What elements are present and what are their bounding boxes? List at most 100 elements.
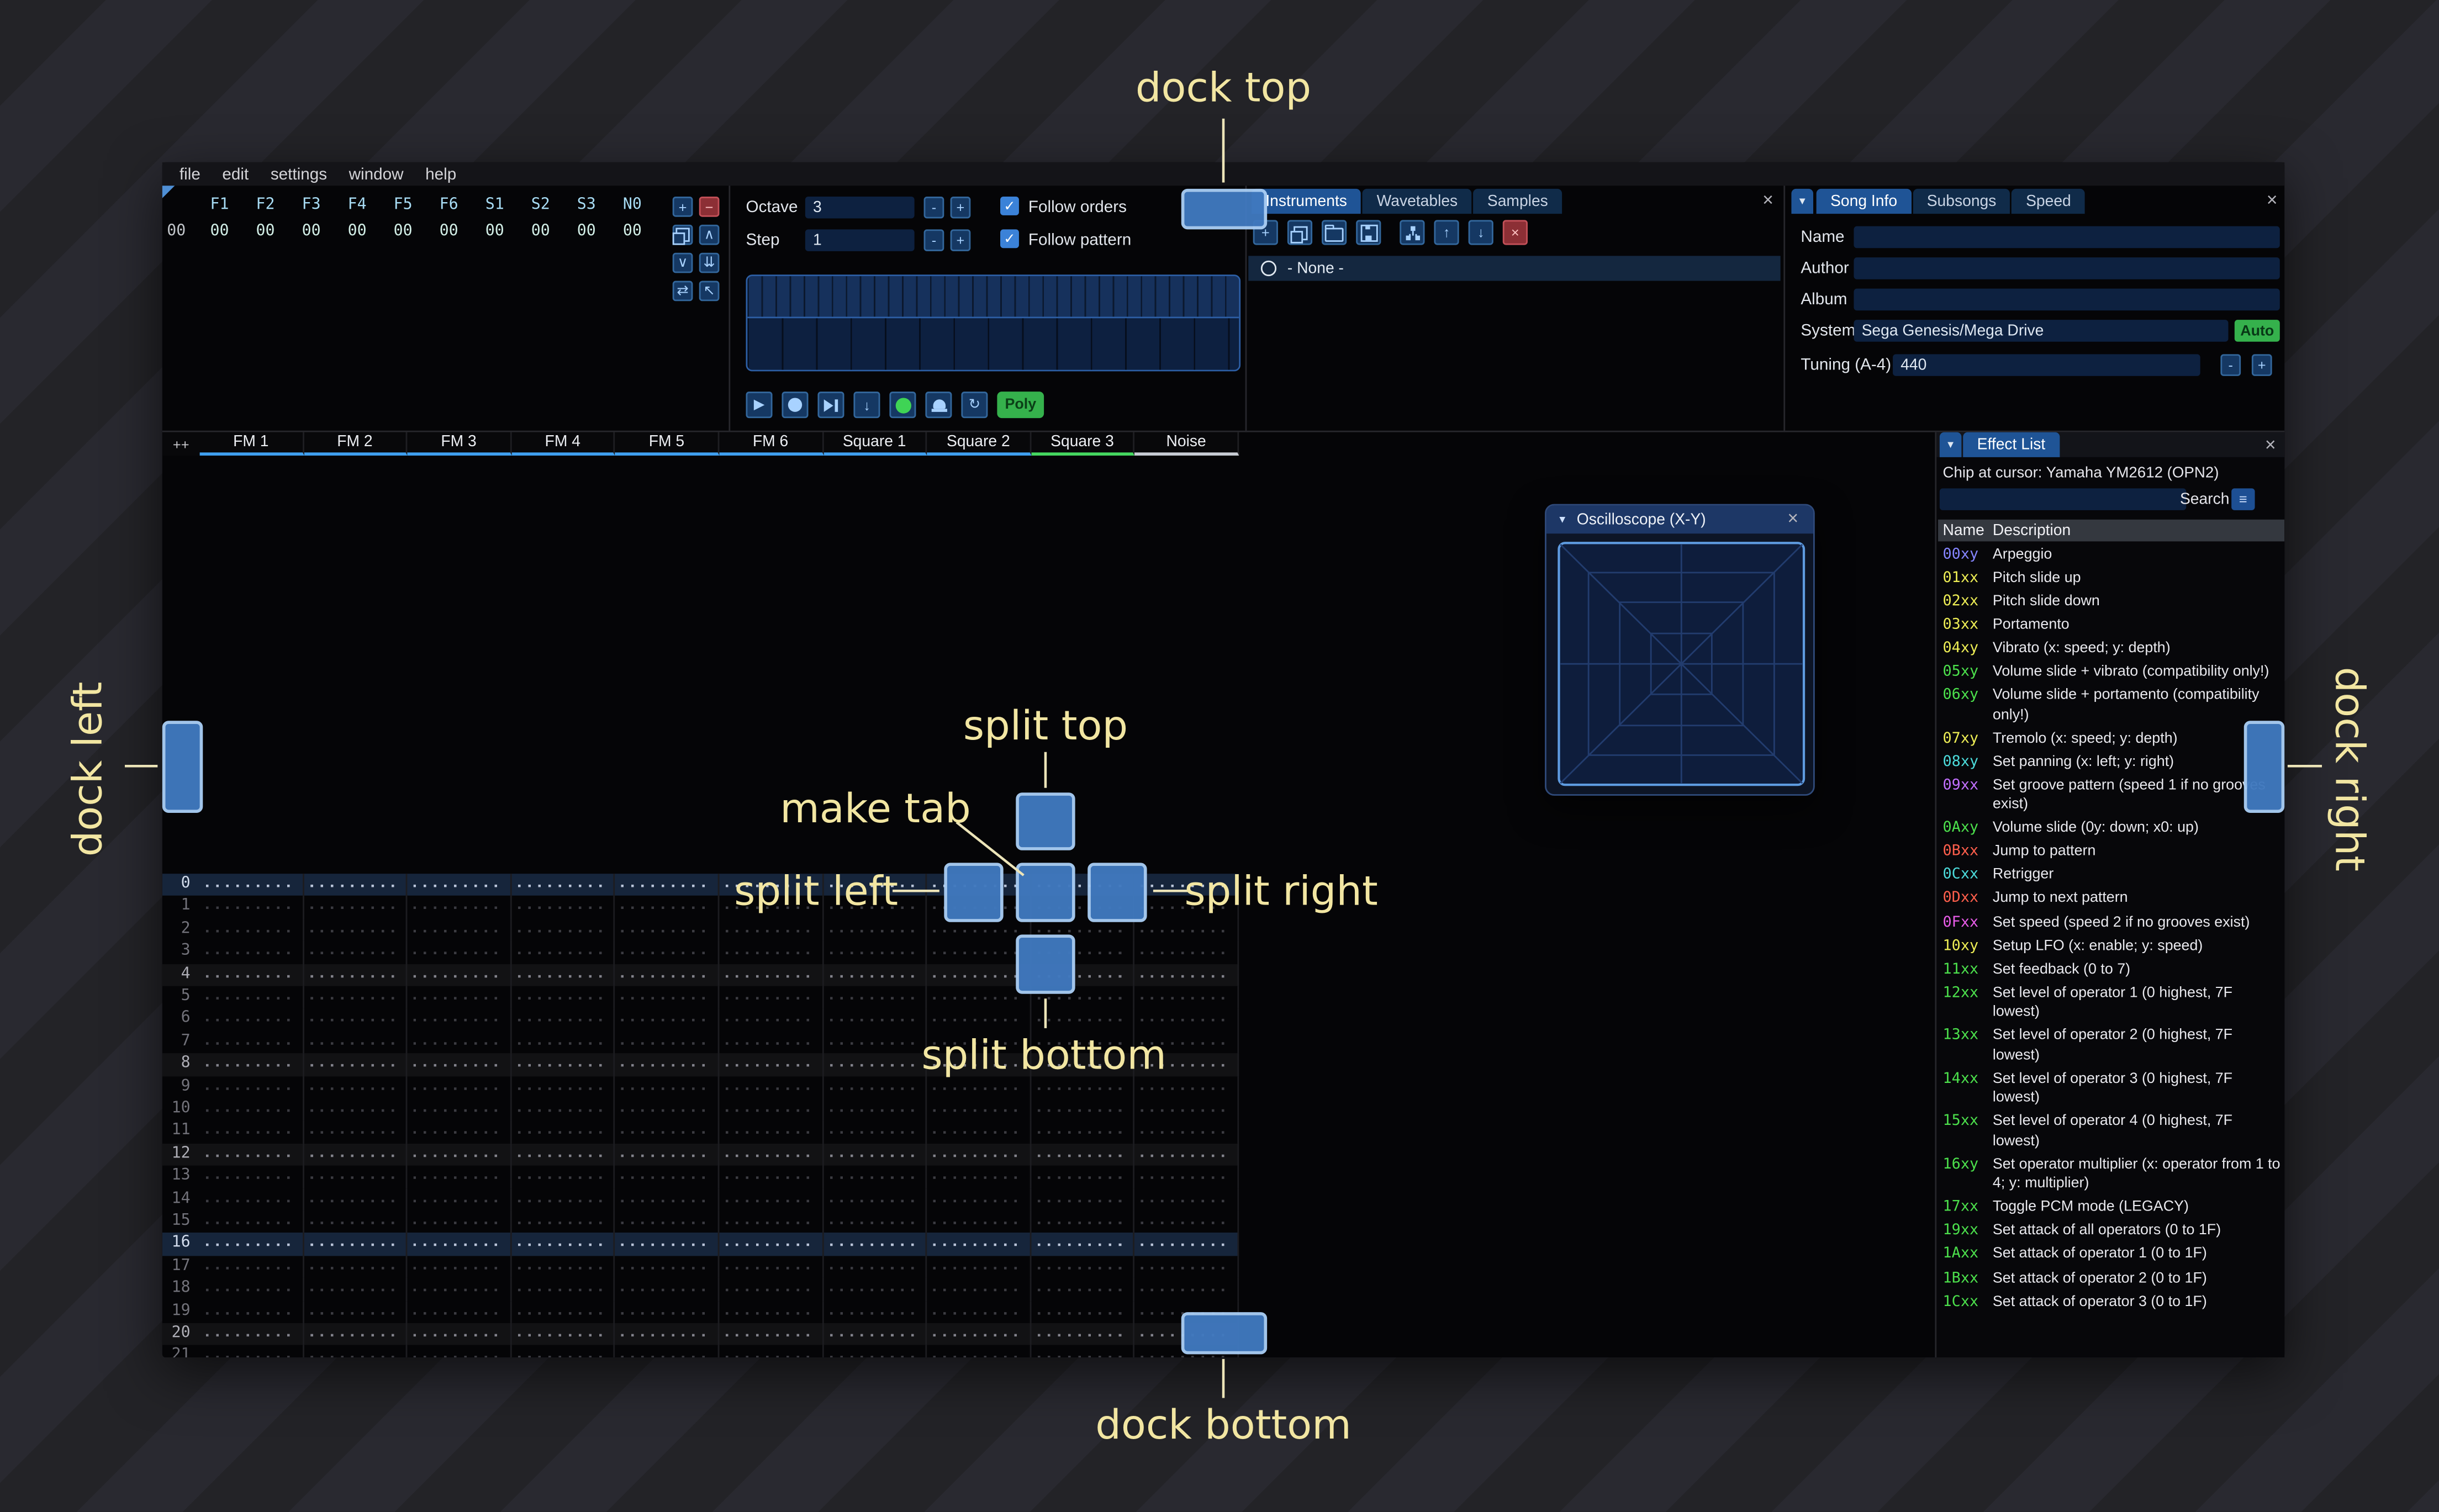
pattern-cell-square-2[interactable] — [927, 1098, 1031, 1121]
pattern-cell-noise[interactable] — [1134, 918, 1239, 942]
pattern-cell-fm-1[interactable] — [199, 1076, 304, 1098]
channel-header-fm-5[interactable]: FM 5 — [615, 432, 720, 456]
effect-list-close-button[interactable]: × — [2261, 435, 2280, 456]
pattern-cell-fm-5[interactable] — [615, 1300, 720, 1323]
poly-button[interactable]: Poly — [997, 392, 1044, 419]
pattern-row[interactable]: 5 — [162, 986, 1239, 1009]
split-top-target[interactable] — [1016, 792, 1075, 850]
pattern-cell-fm-2[interactable] — [303, 1300, 408, 1323]
channel-header-fm-6[interactable]: FM 6 — [719, 432, 823, 456]
pattern-row[interactable]: 15 — [162, 1210, 1239, 1234]
pattern-cell-square-1[interactable] — [823, 1300, 927, 1323]
pattern-cell-fm-5[interactable] — [615, 1098, 720, 1121]
pattern-cell-fm-4[interactable] — [511, 1323, 616, 1346]
play-button[interactable]: ▶ — [746, 392, 773, 419]
pattern-cell-square-1[interactable] — [823, 1255, 927, 1278]
menu-item-file[interactable]: file — [168, 165, 212, 183]
pattern-cell-fm-1[interactable] — [199, 1188, 304, 1211]
pattern-cell-fm-4[interactable] — [511, 986, 616, 1009]
pattern-cell-fm-2[interactable] — [303, 1120, 408, 1144]
pattern-cell-fm-2[interactable] — [303, 1030, 408, 1054]
pattern-cell-square-1[interactable] — [823, 941, 927, 964]
pattern-cell-fm-1[interactable] — [199, 1323, 304, 1346]
pattern-cell-fm-3[interactable] — [407, 1188, 512, 1211]
pattern-cell-fm-2[interactable] — [303, 986, 408, 1009]
follow-pattern-checkbox[interactable]: ✓ — [1000, 229, 1019, 249]
pattern-cell-fm-6[interactable] — [719, 986, 823, 1009]
pattern-cell-fm-1[interactable] — [199, 1053, 304, 1076]
pattern-cell-fm-3[interactable] — [407, 963, 512, 986]
pattern-row[interactable]: 11 — [162, 1120, 1239, 1144]
pattern-cell-fm-5[interactable] — [615, 1143, 720, 1166]
pattern-cell-fm-3[interactable] — [407, 1255, 512, 1278]
pattern-cell-fm-3[interactable] — [407, 1345, 512, 1358]
pattern-cell-fm-2[interactable] — [303, 963, 408, 986]
make-tab-target[interactable] — [1016, 863, 1075, 922]
pattern-cell-square-3[interactable] — [1031, 1278, 1135, 1301]
pattern-expand-button[interactable]: ++ — [162, 432, 200, 456]
order-move-down-button[interactable]: ∨ — [672, 252, 693, 273]
pattern-cell-fm-6[interactable] — [719, 918, 823, 942]
pattern-row[interactable]: 6 — [162, 1008, 1239, 1031]
order-value[interactable]: 00 — [288, 223, 334, 240]
channel-header-square-1[interactable]: Square 1 — [823, 432, 927, 456]
pattern-cell-square-1[interactable] — [823, 1323, 927, 1346]
pattern-cell-fm-1[interactable] — [199, 986, 304, 1009]
channel-header-fm-2[interactable]: FM 2 — [303, 432, 408, 456]
pattern-cell-square-1[interactable] — [823, 1143, 927, 1166]
pattern-cell-fm-5[interactable] — [615, 1008, 720, 1031]
order-edit-mode-button[interactable]: ↖ — [699, 281, 720, 302]
play-pattern-button[interactable] — [782, 392, 809, 419]
pattern-cell-fm-6[interactable] — [719, 941, 823, 964]
pattern-cell-fm-5[interactable] — [615, 941, 720, 964]
order-change-mode-button[interactable]: ⇄ — [672, 281, 693, 302]
pattern-cell-square-3[interactable] — [1031, 1233, 1135, 1256]
pattern-cell-fm-2[interactable] — [303, 874, 408, 896]
channel-header-square-3[interactable]: Square 3 — [1031, 432, 1135, 456]
delete-instrument-button[interactable]: × — [1502, 220, 1528, 245]
pattern-cell-fm-2[interactable] — [303, 1255, 408, 1278]
pattern-cell-fm-6[interactable] — [719, 1076, 823, 1098]
instrument-list-item[interactable]: - None - — [1248, 256, 1781, 281]
pattern-cell-fm-6[interactable] — [719, 1233, 823, 1256]
pattern-cell-square-3[interactable] — [1031, 1300, 1135, 1323]
pattern-cell-noise[interactable] — [1134, 941, 1239, 964]
pattern-row[interactable]: 21 — [162, 1345, 1239, 1358]
pattern-cell-square-2[interactable] — [927, 1323, 1031, 1346]
pattern-cell-fm-1[interactable] — [199, 1008, 304, 1031]
pattern-cell-fm-2[interactable] — [303, 1210, 408, 1234]
move-instrument-up-button[interactable]: ↑ — [1434, 220, 1459, 245]
oscilloscope-collapse-icon[interactable]: ▼ — [1558, 514, 1567, 525]
pattern-cell-fm-6[interactable] — [719, 1345, 823, 1358]
octave-input[interactable]: 3 — [805, 196, 915, 219]
pattern-cell-noise[interactable] — [1134, 1166, 1239, 1188]
pattern-cell-fm-1[interactable] — [199, 1278, 304, 1301]
pattern-cell-fm-1[interactable] — [199, 1300, 304, 1323]
pattern-cell-square-1[interactable] — [823, 1098, 927, 1121]
dock-right-target[interactable] — [2243, 721, 2285, 813]
channel-header-square-2[interactable]: Square 2 — [927, 432, 1031, 456]
pattern-cell-fm-3[interactable] — [407, 918, 512, 942]
pattern-cell-fm-4[interactable] — [511, 1188, 616, 1211]
instruments-close-button[interactable]: × — [1759, 191, 1777, 211]
pattern-cell-fm-3[interactable] — [407, 986, 512, 1009]
order-value[interactable]: 00 — [518, 223, 563, 240]
pattern-cell-fm-3[interactable] — [407, 1008, 512, 1031]
pattern-cell-fm-1[interactable] — [199, 1143, 304, 1166]
pattern-row[interactable]: 14 — [162, 1188, 1239, 1211]
split-left-target[interactable] — [944, 863, 1004, 922]
pattern-cell-fm-2[interactable] — [303, 1233, 408, 1256]
pattern-cell-fm-2[interactable] — [303, 918, 408, 942]
system-auto-button[interactable]: Auto — [2234, 320, 2280, 342]
menu-item-settings[interactable]: settings — [260, 165, 338, 183]
pattern-cell-fm-6[interactable] — [719, 1300, 823, 1323]
pattern-cell-fm-6[interactable] — [719, 1166, 823, 1188]
pattern-cell-fm-3[interactable] — [407, 1300, 512, 1323]
pattern-row[interactable]: 2 — [162, 918, 1239, 942]
pattern-cell-fm-2[interactable] — [303, 1166, 408, 1188]
order-value[interactable]: 00 — [197, 223, 242, 240]
repeat-pattern-button[interactable]: ↻ — [961, 392, 988, 419]
pattern-row[interactable]: 20 — [162, 1323, 1239, 1346]
pattern-cell-square-1[interactable] — [823, 1210, 927, 1234]
remove-order-button[interactable]: − — [699, 196, 720, 217]
